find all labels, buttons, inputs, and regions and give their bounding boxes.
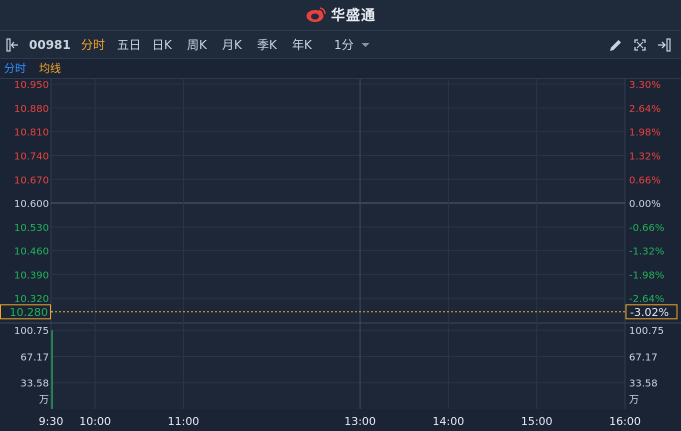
collapse-left-icon[interactable] [6, 31, 20, 59]
app-title: 华盛通 [331, 8, 376, 24]
price-axis: 10.950 10.880 10.810 10.740 10.670 10.600 10.5… [14, 80, 49, 305]
legend-average-line[interactable]: 均线 [39, 59, 61, 78]
pencil-icon[interactable] [608, 31, 622, 59]
fullscreen-icon[interactable] [633, 31, 647, 59]
time-tick-label: 9:30 [39, 415, 64, 428]
price-tick-label: 10.530 [14, 223, 49, 234]
price-tick-label: 10.320 [14, 294, 49, 305]
indicator-bar: 分时 均线 [0, 59, 681, 79]
time-tick-label: 14:00 [433, 415, 465, 428]
chart-grid [0, 79, 681, 409]
current-change-label: -3.02% [630, 306, 669, 319]
plot-area [51, 79, 625, 409]
price-tick-label: 10.810 [14, 128, 49, 139]
intraday-chart[interactable]: 10.950 10.880 10.810 10.740 10.670 10.600 10.5… [0, 79, 681, 431]
volume-unit-label: 万 [39, 395, 49, 406]
volume-bar [51, 330, 53, 409]
percent-tick-label: 2.64% [629, 104, 661, 115]
percent-tick-label: -0.66% [629, 223, 664, 234]
percent-tick-label: -2.64% [629, 294, 664, 305]
percent-axis: 3.30% 2.64% 1.98% 1.32% 0.66% 0.00% -0.66% -1.3… [629, 80, 664, 305]
time-tick-label: 11:00 [168, 415, 200, 428]
tab-daily-k[interactable]: 日K [152, 31, 172, 59]
percent-tick-label: 1.98% [629, 128, 661, 139]
tab-intraday[interactable]: 分时 [81, 31, 105, 59]
price-tick-label: 10.390 [14, 270, 49, 281]
percent-tick-label: 0.66% [629, 175, 661, 186]
percent-tick-label: -1.32% [629, 247, 664, 258]
price-tick-label: 10.670 [14, 175, 49, 186]
percent-tick-label: 1.32% [629, 151, 661, 162]
volume-bars [51, 330, 53, 409]
tab-weekly-k[interactable]: 周K [187, 31, 207, 59]
volume-tick-label: 100.75 [14, 326, 49, 337]
brand: 华盛通 [305, 5, 376, 25]
volume-tick-label: 67.17 [629, 352, 658, 363]
exit-icon[interactable] [656, 31, 672, 59]
interval-value: 1分 [334, 38, 354, 52]
volume-tick-label: 100.75 [629, 326, 664, 337]
tab-yearly-k[interactable]: 年K [292, 31, 312, 59]
legend-intraday[interactable]: 分时 [4, 59, 26, 78]
tab-quarterly-k[interactable]: 季K [257, 31, 277, 59]
title-bar: 华盛通 [0, 0, 681, 31]
chart-toolbar: 00981 分时 五日 日K 周K 月K 季K 年K 1分 [0, 31, 681, 59]
tab-monthly-k[interactable]: 月K [222, 31, 242, 59]
volume-tick-label: 33.58 [629, 379, 658, 390]
time-tick-label: 16:00 [609, 415, 641, 428]
logo-icon [306, 7, 326, 22]
time-tick-label: 10:00 [79, 415, 111, 428]
dropdown-arrow-icon[interactable] [361, 31, 370, 59]
price-tick-label: 10.950 [14, 80, 49, 91]
time-tick-label: 13:00 [344, 415, 376, 428]
price-tick-label: 10.880 [14, 104, 49, 115]
time-tick-label: 15:00 [521, 415, 553, 428]
percent-tick-label: 0.00% [629, 199, 661, 210]
price-tick-label: 10.460 [14, 247, 49, 258]
percent-tick-label: 3.30% [629, 80, 661, 91]
volume-tick-label: 33.58 [20, 379, 49, 390]
time-axis: 9:30 10:00 11:00 13:00 14:00 15:00 16:00 [0, 409, 681, 431]
price-tick-label: 10.600 [14, 199, 49, 210]
volume-tick-label: 67.17 [20, 352, 49, 363]
interval-select[interactable]: 1分 [334, 31, 354, 59]
volume-unit-label: 万 [629, 395, 639, 406]
stock-code: 00981 [29, 38, 71, 52]
percent-tick-label: -1.98% [629, 270, 664, 281]
price-tick-label: 10.740 [14, 151, 49, 162]
tab-five-day[interactable]: 五日 [117, 31, 141, 59]
current-price-label: 10.280 [10, 306, 49, 319]
